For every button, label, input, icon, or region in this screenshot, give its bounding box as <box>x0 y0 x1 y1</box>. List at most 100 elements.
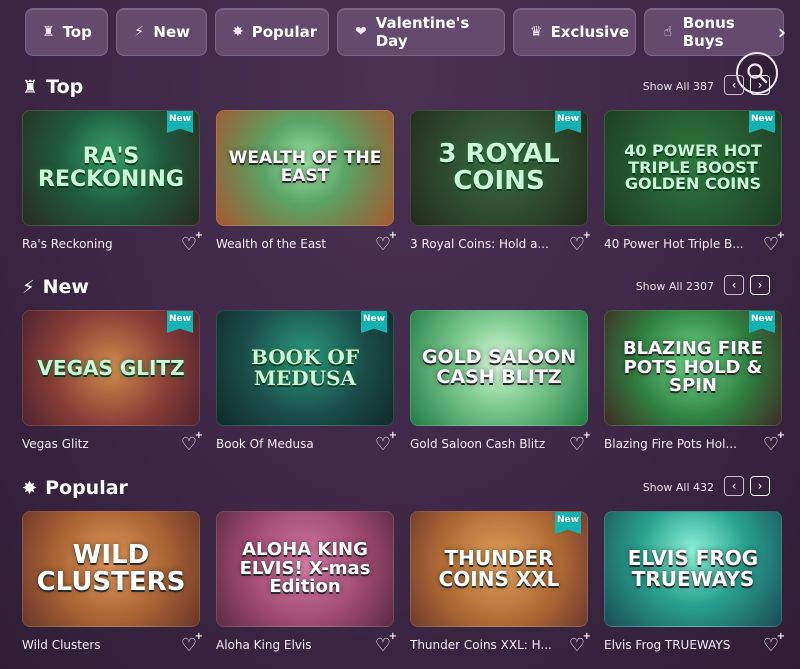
section-new: ⚡ New Show All 2307 ‹ › VEGAS GLITZ New … <box>22 272 785 458</box>
crown-icon: ♛ <box>530 24 543 40</box>
card-footer: 3 Royal Coins: Hold a... ♡ + <box>410 230 591 258</box>
tab-new[interactable]: ⚡ New <box>116 8 207 56</box>
tab-label: Top <box>62 23 92 41</box>
game-card[interactable]: BOOK OF MEDUSA New Book Of Medusa ♡ + <box>216 310 397 458</box>
tab-valentines-day[interactable]: ❤ Valentine's Day <box>337 8 505 56</box>
card-footer: Elvis Frog TRUEWAYS ♡ + <box>604 631 785 659</box>
favorite-add-icon[interactable]: ♡ + <box>760 430 785 455</box>
game-title: 40 Power Hot Triple B... <box>604 237 744 251</box>
game-thumbnail[interactable]: ALOHA KING ELVIS! X-mas Edition <box>216 511 394 627</box>
hand-icon: ☝ <box>663 24 673 40</box>
show-all-link[interactable]: Show All 432 <box>643 481 714 494</box>
show-all-link[interactable]: Show All 387 <box>643 80 714 93</box>
favorite-add-icon[interactable]: ♡ + <box>760 631 785 656</box>
card-footer: Thunder Coins XXL: H... ♡ + <box>410 631 591 659</box>
game-art-title: WEALTH OF THE EAST <box>228 148 382 186</box>
section-top: ♜ Top Show All 387 ‹ › RA'S RECKONING Ne… <box>22 72 785 258</box>
card-footer: Gold Saloon Cash Blitz ♡ + <box>410 430 591 458</box>
game-row: VEGAS GLITZ New Vegas Glitz ♡ + BOOK OF M… <box>22 310 785 458</box>
casino-lobby: ♜ Top ⚡ New ✸ Popular ❤ Valentine's Day … <box>0 0 800 669</box>
tab-label: Valentine's Day <box>375 14 470 50</box>
game-thumbnail[interactable]: BOOK OF MEDUSA New <box>216 310 394 426</box>
prev-arrow-button[interactable]: ‹ <box>724 476 744 496</box>
star-burst-icon: ✸ <box>232 24 244 40</box>
next-arrow-button[interactable]: › <box>750 275 770 295</box>
game-card[interactable]: WILD CLUSTERS Wild Clusters ♡ + <box>22 511 203 659</box>
card-footer: Ra's Reckoning ♡ + <box>22 230 203 258</box>
carousel-arrows: ‹ › <box>724 275 770 295</box>
game-thumbnail[interactable]: RA'S RECKONING New <box>22 110 200 226</box>
favorite-add-icon[interactable]: ♡ + <box>178 631 203 656</box>
game-card[interactable]: WEALTH OF THE EAST Wealth of the East ♡ + <box>216 110 397 258</box>
game-title: Ra's Reckoning <box>22 237 113 251</box>
game-card[interactable]: 3 ROYAL COINS New 3 Royal Coins: Hold a.… <box>410 110 591 258</box>
card-footer: Book Of Medusa ♡ + <box>216 430 397 458</box>
card-footer: Aloha King Elvis ♡ + <box>216 631 397 659</box>
game-title: Vegas Glitz <box>22 437 89 451</box>
section-popular: ✸ Popular Show All 432 ‹ › WILD CLUSTERS… <box>22 473 785 659</box>
section-title: ♜ Top <box>22 76 83 98</box>
favorite-add-icon[interactable]: ♡ + <box>566 230 591 255</box>
game-thumbnail[interactable]: VEGAS GLITZ New <box>22 310 200 426</box>
prev-arrow-button[interactable]: ‹ <box>724 75 744 95</box>
star-burst-icon: ✸ <box>22 477 38 499</box>
game-row: RA'S RECKONING New Ra's Reckoning ♡ + WEA… <box>22 110 785 258</box>
game-card[interactable]: RA'S RECKONING New Ra's Reckoning ♡ + <box>22 110 203 258</box>
favorite-add-icon[interactable]: ♡ + <box>566 631 591 656</box>
section-title-text: Top <box>46 76 84 98</box>
section-title: ✸ Popular <box>22 477 128 499</box>
carousel-arrows: ‹ › <box>724 476 770 496</box>
prev-arrow-button[interactable]: ‹ <box>724 275 744 295</box>
game-thumbnail[interactable]: ELVIS FROG TRUEWAYS <box>604 511 782 627</box>
game-title: Book Of Medusa <box>216 437 314 451</box>
game-card[interactable]: 40 POWER HOT TRIPLE BOOST GOLDEN COINS N… <box>604 110 785 258</box>
favorite-add-icon[interactable]: ♡ + <box>372 430 397 455</box>
card-footer: Vegas Glitz ♡ + <box>22 430 203 458</box>
tab-top[interactable]: ♜ Top <box>25 8 108 56</box>
favorite-add-icon[interactable]: ♡ + <box>566 430 591 455</box>
game-title: 3 Royal Coins: Hold a... <box>410 237 549 251</box>
tab-popular[interactable]: ✸ Popular <box>215 8 329 56</box>
game-card[interactable]: VEGAS GLITZ New Vegas Glitz ♡ + <box>22 310 203 458</box>
favorite-add-icon[interactable]: ♡ + <box>760 230 785 255</box>
section-title: ⚡ New <box>22 276 89 298</box>
game-card[interactable]: THUNDER COINS XXL New Thunder Coins XXL:… <box>410 511 591 659</box>
game-thumbnail[interactable]: WILD CLUSTERS <box>22 511 200 627</box>
tabs-scroll-right-icon[interactable]: › <box>778 20 786 44</box>
game-card[interactable]: ALOHA KING ELVIS! X-mas Edition Aloha Ki… <box>216 511 397 659</box>
game-thumbnail[interactable]: 40 POWER HOT TRIPLE BOOST GOLDEN COINS N… <box>604 110 782 226</box>
game-card[interactable]: BLAZING FIRE POTS HOLD & SPIN New Blazin… <box>604 310 785 458</box>
game-row: WILD CLUSTERS Wild Clusters ♡ + ALOHA KIN… <box>22 511 785 659</box>
game-title: Thunder Coins XXL: H... <box>410 638 552 652</box>
game-thumbnail[interactable]: THUNDER COINS XXL New <box>410 511 588 627</box>
category-tabs: ♜ Top ⚡ New ✸ Popular ❤ Valentine's Day … <box>25 8 785 58</box>
game-title: Wealth of the East <box>216 237 327 251</box>
section-header: ⚡ New Show All 2307 ‹ › <box>22 272 780 302</box>
tab-label: Popular <box>251 23 318 41</box>
favorite-add-icon[interactable]: ♡ + <box>372 230 397 255</box>
game-thumbnail[interactable]: 3 ROYAL COINS New <box>410 110 588 226</box>
favorite-add-icon[interactable]: ♡ + <box>178 230 203 255</box>
trophy-icon: ♜ <box>22 76 39 98</box>
game-art-title: WILD CLUSTERS <box>36 539 186 597</box>
lightning-icon: ⚡ <box>22 276 35 298</box>
carousel-arrows: ‹ › <box>724 75 770 95</box>
favorite-add-icon[interactable]: ♡ + <box>178 430 203 455</box>
game-art-title: ALOHA KING ELVIS! X-mas Edition <box>239 538 371 598</box>
tab-exclusive[interactable]: ♛ Exclusive <box>513 8 636 56</box>
show-all-link[interactable]: Show All 2307 <box>636 280 714 293</box>
next-arrow-button[interactable]: › <box>750 75 770 95</box>
game-thumbnail[interactable]: GOLD SALOON CASH BLITZ <box>410 310 588 426</box>
game-card[interactable]: GOLD SALOON CASH BLITZ Gold Saloon Cash … <box>410 310 591 458</box>
game-thumbnail[interactable]: BLAZING FIRE POTS HOLD & SPIN New <box>604 310 782 426</box>
section-title-text: Popular <box>45 477 128 499</box>
favorite-add-icon[interactable]: ♡ + <box>372 631 397 656</box>
game-thumbnail[interactable]: WEALTH OF THE EAST <box>216 110 394 226</box>
lightning-icon: ⚡ <box>134 24 145 40</box>
card-footer: Wealth of the East ♡ + <box>216 230 397 258</box>
game-card[interactable]: ELVIS FROG TRUEWAYS Elvis Frog TRUEWAYS … <box>604 511 785 659</box>
tab-bonus-buys[interactable]: ☝ Bonus Buys <box>644 8 784 56</box>
next-arrow-button[interactable]: › <box>750 476 770 496</box>
game-title: Wild Clusters <box>22 638 101 652</box>
trophy-icon: ♜ <box>42 24 55 40</box>
